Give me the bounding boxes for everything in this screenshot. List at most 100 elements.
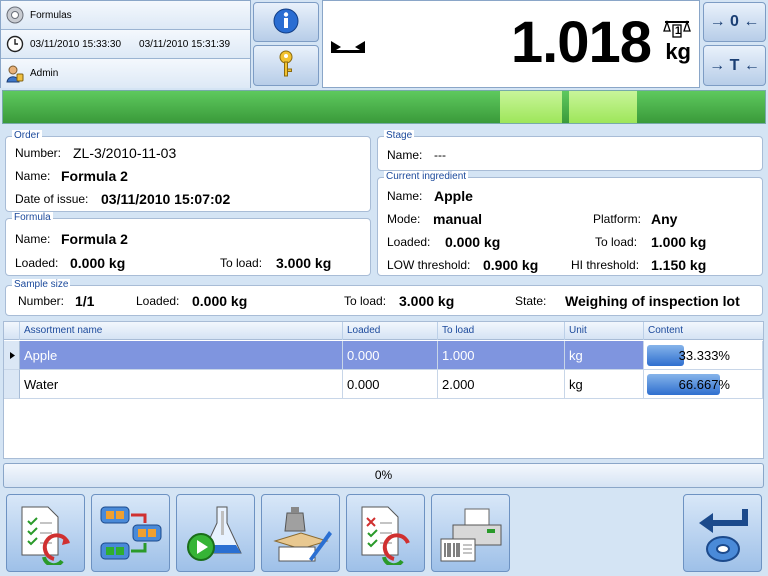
workflow-button[interactable] [91,494,170,572]
stage-legend: Stage [384,130,415,142]
zero-button[interactable]: → 0 ← [703,2,766,42]
ingredients-table: Assortment name Loaded To load Unit Cont… [3,321,764,459]
formula-toload-label: To load: [220,256,263,270]
ingredient-group: Current ingredient Name: Apple Mode: man… [377,171,763,276]
bargraph-segment-low [500,91,562,123]
overall-progress-bar: 0% [3,463,764,488]
datetime-start: 03/11/2010 15:31:39 [139,38,231,50]
user-row: Admin [1,59,250,88]
document-return-button[interactable] [6,494,85,572]
cell-toload: 1.000 [438,341,565,370]
order-number-value: ZL-3/2010-11-03 [73,145,177,161]
table-header-corner [4,322,20,340]
tare-button[interactable]: → T ← [703,45,766,86]
ingredient-low-label: LOW threshold: [387,258,471,272]
ingredient-name-label: Name: [387,189,423,203]
weigh-pattern-button[interactable] [261,494,340,572]
clock-icon [4,33,26,55]
cell-unit: kg [565,341,644,370]
order-date-label: Date of issue: [15,192,89,206]
sample-state-label: State: [515,294,547,308]
cell-content: 33.333% [644,341,763,370]
weight-value: 1.018 [510,10,652,75]
user-name: Admin [30,68,59,79]
cell-name: Water [20,370,343,399]
sample-toload-label: To load: [344,294,387,308]
ingredient-toload-value: 1.000 kg [651,234,707,250]
gear-icon [4,4,26,26]
column-header-toload[interactable]: To load [438,322,565,340]
formula-group: Formula Name: Formula 2 Loaded: 0.000 kg… [5,212,371,276]
column-header-unit[interactable]: Unit [565,322,644,340]
formula-name-value: Formula 2 [61,231,128,247]
content-percent: 33.333% [678,348,730,363]
ingredient-hi-label: HI threshold: [571,258,640,272]
stability-indicator-icon [331,39,365,56]
cell-content: 66.667% [644,370,763,399]
ingredient-toload-label: To load: [595,235,638,249]
formula-toload-value: 3.000 kg [276,255,332,271]
cell-loaded: 0.000 [343,370,438,399]
ingredient-legend: Current ingredient [384,171,469,183]
table-row[interactable]: Water 0.000 2.000 kg 66.667% [4,370,763,399]
stage-name-value: --- [434,148,446,162]
formula-loaded-label: Loaded: [15,256,59,270]
print-label-button[interactable] [431,494,510,572]
ingredient-mode-label: Mode: [387,212,421,226]
printer-icon [440,508,501,562]
sample-loaded-label: Loaded: [136,294,180,308]
ingredient-low-value: 0.900 kg [483,257,539,273]
datetime-row: 03/11/2010 15:33:30 03/11/2010 15:31:39 [1,30,250,59]
column-header-loaded[interactable]: Loaded [343,322,438,340]
ingredient-name-value: Apple [434,188,473,204]
formula-loaded-value: 0.000 kg [70,255,126,271]
table-header: Assortment name Loaded To load Unit Cont… [4,322,763,340]
order-group: Order Number: ZL-3/2010-11-03 Name: Form… [5,130,371,212]
order-name-label: Name: [15,169,51,183]
ingredient-platform-label: Platform: [593,212,642,226]
sample-state-value: Weighing of inspection lot [565,293,740,309]
document-reject-button[interactable] [346,494,425,572]
stage-name-label: Name: [387,148,423,162]
content-percent: 66.667% [678,377,730,392]
return-arrow-icon [698,509,748,562]
info-button[interactable] [253,2,319,42]
status-panel: Formulas 03/11/2010 15:33:30 03/11/2010 … [0,0,251,88]
row-selector[interactable] [4,341,20,370]
ingredient-platform-value: Any [651,211,678,227]
column-header-name[interactable]: Assortment name [20,322,343,340]
table-row[interactable]: Apple 0.000 1.000 kg 33.333% [4,341,763,370]
order-name-value: Formula 2 [61,168,128,184]
cell-toload: 2.000 [438,370,565,399]
bargraph-segment-high [569,91,637,123]
key-button[interactable] [253,45,319,86]
start-process-button[interactable] [176,494,255,572]
exit-button[interactable] [683,494,762,572]
cell-name: Apple [20,341,343,370]
row-selector[interactable] [4,370,20,399]
column-header-content[interactable]: Content [644,322,763,340]
formula-legend: Formula [12,212,53,224]
order-number-label: Number: [15,146,62,160]
info-icon [273,8,299,37]
ingredient-hi-value: 1.150 kg [651,257,707,273]
sample-legend: Sample size [12,279,71,291]
cell-loaded: 0.000 [343,341,438,370]
cell-unit: kg [565,370,644,399]
document-return-icon [21,506,70,565]
ingredient-loaded-label: Loaded: [387,235,431,249]
app-row: Formulas [1,1,250,30]
key-icon [276,50,296,81]
weighing-bargraph [2,90,766,124]
datetime-now: 03/11/2010 15:33:30 [30,38,122,50]
app-name: Formulas [30,9,72,21]
order-date-value: 03/11/2010 15:07:02 [101,191,231,207]
user-icon [4,63,26,85]
sample-number-label: Number: [18,294,65,308]
stage-group: Stage Name: --- [377,130,763,171]
sample-toload-value: 3.000 kg [399,293,455,309]
scale-number: 1 [674,25,681,37]
sample-number-value: 1/1 [75,293,95,309]
row-pointer-icon [10,352,15,359]
order-legend: Order [12,130,42,142]
